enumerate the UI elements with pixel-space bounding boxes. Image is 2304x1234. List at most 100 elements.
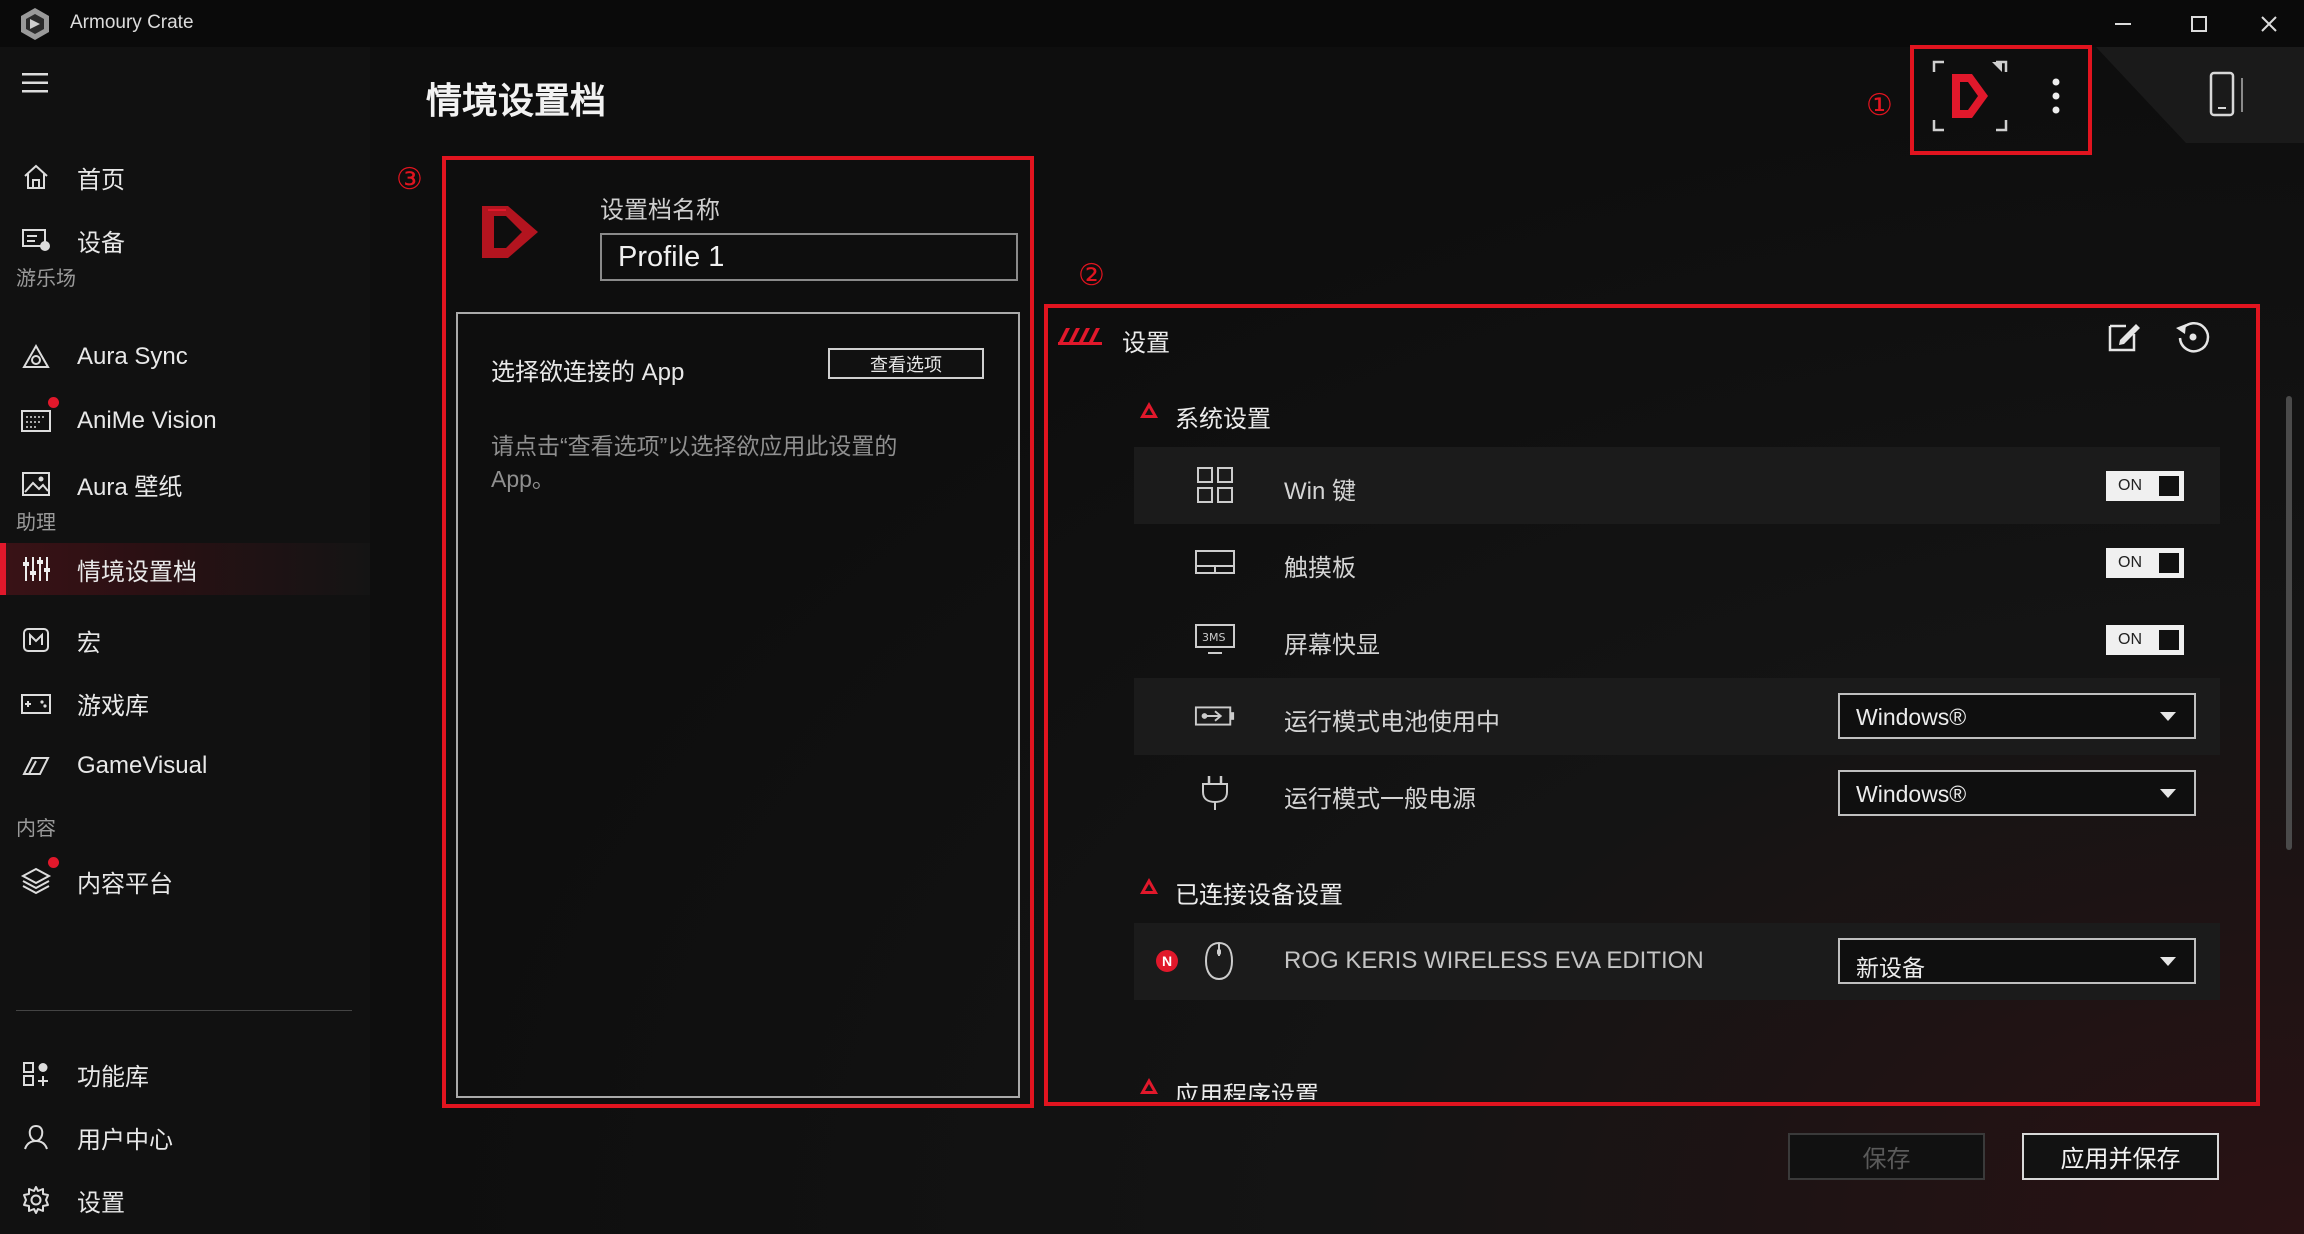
chevron-down-icon (2160, 789, 2176, 798)
sidebar-item-label: 功能库 (77, 1063, 149, 1091)
sidebar-item-label: Aura 壁纸 (77, 473, 183, 501)
gear-icon (20, 1184, 52, 1216)
apply-and-save-button[interactable]: 应用并保存 (2022, 1133, 2219, 1180)
sidebar-item-user-center[interactable]: 用户中心 (0, 1111, 370, 1163)
app-select-hint: 请点击“查看选项”以选择欲应用此设置的App。 (491, 433, 898, 492)
battery-icon (1194, 696, 1236, 736)
profile-name-label: 设置档名称 (600, 197, 720, 224)
win-key-toggle[interactable]: ON (2106, 471, 2184, 501)
hamburger-menu-icon[interactable] (22, 73, 48, 98)
sidebar-item-home[interactable]: 首页 (0, 151, 370, 203)
connected-devices-title: 已连接设备设置 (1175, 882, 1343, 909)
home-icon (20, 161, 52, 193)
toggle-state: ON (2118, 631, 2142, 648)
toggle-knob (2159, 630, 2179, 650)
sidebar-item-aura-sync[interactable]: Aura Sync (0, 331, 370, 383)
setting-row-win-key: Win 键 ON (1134, 447, 2220, 524)
toggle-state: ON (2118, 477, 2142, 494)
sidebar-item-scenario-profiles[interactable]: 情境设置档 (0, 543, 370, 595)
sidebar-item-game-library[interactable]: 游戏库 (0, 677, 370, 729)
view-options-button[interactable]: 查看选项 (828, 348, 984, 379)
annotation-1: ① (1866, 89, 1893, 122)
sidebar-item-label: 首页 (77, 166, 125, 194)
sidebar-item-settings[interactable]: 设置 (0, 1174, 370, 1226)
setting-label: 屏幕快显 (1284, 632, 1380, 659)
setting-row-panel-overdrive: 3MS 屏幕快显 ON (1134, 601, 2220, 678)
sidebar-divider (16, 1010, 352, 1011)
annotation-3: ③ (396, 163, 423, 196)
settings-scrollbar[interactable] (2286, 396, 2292, 850)
app-settings-clip: 应用程序设置 (1130, 1066, 2230, 1100)
rog-logo-icon (18, 7, 52, 41)
sidebar-item-anime-vision[interactable]: AniMe Vision (0, 395, 370, 447)
sidebar-item-device[interactable]: 设备 (0, 214, 370, 266)
toggle-knob (2159, 476, 2179, 496)
profile-logo-icon (478, 200, 544, 269)
svg-text:3MS: 3MS (1202, 631, 1225, 644)
sidebar-item-label: 设备 (77, 229, 125, 257)
title-bar: Armoury Crate (0, 0, 2304, 47)
edit-icon[interactable] (2106, 318, 2142, 359)
minimize-button[interactable] (2098, 8, 2148, 40)
section-marker-inner (1145, 884, 1153, 891)
sidebar-item-label: 情境设置档 (77, 558, 197, 586)
profile-name-input[interactable] (600, 233, 1018, 281)
close-button[interactable] (2244, 8, 2294, 40)
setting-label: 触摸板 (1284, 555, 1356, 582)
ac-mode-dropdown[interactable]: Windows® (1838, 770, 2196, 816)
toggle-knob (2159, 553, 2179, 573)
sidebar-item-content-platform[interactable]: 内容平台 (0, 855, 370, 907)
annotation-2: ② (1078, 259, 1105, 292)
device-icon (20, 224, 52, 256)
dropdown-value: Windows® (1856, 704, 1967, 730)
layers-icon (20, 865, 52, 897)
sidebar-item-label: 游戏库 (77, 692, 149, 720)
windows-key-icon (1194, 465, 1236, 505)
user-center-icon (20, 1121, 52, 1153)
setting-row-battery-mode: 运行模式电池使用中 Windows® (1134, 678, 2220, 755)
dropdown-value: Windows® (1856, 781, 1967, 807)
device-name: ROG KERIS WIRELESS EVA EDITION (1284, 947, 1704, 974)
touchpad-icon (1194, 542, 1236, 582)
more-options-icon[interactable] (2050, 76, 2062, 121)
sidebar-item-label: GameVisual (77, 752, 208, 779)
app-settings-title: 应用程序设置 (1175, 1082, 1319, 1100)
sidebar-item-label: 宏 (77, 629, 101, 657)
notification-badge (48, 857, 59, 868)
touchpad-toggle[interactable]: ON (2106, 548, 2184, 578)
system-settings-title: 系统设置 (1175, 406, 1271, 433)
battery-mode-dropdown[interactable]: Windows® (1838, 693, 2196, 739)
game-library-icon (20, 687, 52, 719)
settings-title: 设置 (1122, 330, 1170, 357)
reset-icon[interactable] (2174, 318, 2212, 361)
sidebar-item-feature-library[interactable]: 功能库 (0, 1048, 370, 1100)
maximize-button[interactable] (2174, 8, 2224, 40)
page-title: 情境设置档 (426, 80, 607, 121)
toggle-state: ON (2118, 554, 2142, 571)
feature-library-icon (20, 1058, 52, 1090)
app-select-title: 选择欲连接的 App (491, 359, 685, 386)
section-marker-inner (1145, 1084, 1153, 1091)
sidebar-item-macro[interactable]: 宏 (0, 614, 370, 666)
display-3ms-icon: 3MS (1194, 619, 1236, 659)
laptop-device-icon[interactable] (2208, 70, 2252, 125)
save-button[interactable]: 保存 (1788, 1133, 1985, 1180)
notification-badge (48, 397, 59, 408)
sidebar-item-label: 用户中心 (77, 1126, 173, 1154)
sidebar-item-label: 设置 (77, 1189, 125, 1217)
sliders-icon (20, 553, 52, 585)
sidebar-item-aura-wallpaper[interactable]: Aura 壁纸 (0, 458, 370, 510)
setting-row-ac-mode: 运行模式一般电源 Windows® (1134, 755, 2220, 832)
mouse-icon (1198, 941, 1240, 981)
new-badge: N (1156, 950, 1178, 972)
rog-stripes-icon (1056, 326, 1104, 351)
device-profile-dropdown[interactable]: 新设备 (1838, 938, 2196, 984)
sidebar-item-gamevisual[interactable]: GameVisual (0, 740, 370, 792)
section-label-content: 内容 (16, 818, 56, 840)
panel-overdrive-toggle[interactable]: ON (2106, 625, 2184, 655)
anime-vision-icon (20, 405, 52, 437)
setting-row-connected-device: N ROG KERIS WIRELESS EVA EDITION 新设备 (1134, 923, 2220, 1000)
macro-icon (20, 624, 52, 656)
setting-label: 运行模式一般电源 (1284, 786, 1476, 813)
profile-switch-button[interactable] (1932, 60, 2008, 132)
